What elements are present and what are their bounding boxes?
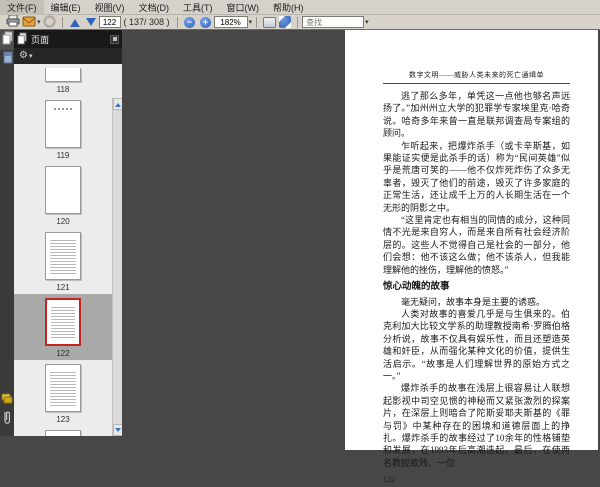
attachments-panel-tab[interactable]: [0, 410, 14, 430]
pages-panel-header: 页面: [14, 30, 122, 48]
page-thumbnail[interactable]: [45, 364, 81, 412]
options-gear-icon[interactable]: ⚙: [19, 51, 28, 61]
previous-page-button[interactable]: [67, 15, 83, 29]
toolbar-separator: [256, 17, 257, 28]
pages-panel-tab[interactable]: [0, 30, 14, 50]
thumbnail-page-120[interactable]: 120: [14, 162, 112, 228]
page-body-text: 逃了那么多年，单凭这一点他也够名声远扬了。”加州州立大学的犯罪学专家埃里克·哈奇…: [383, 90, 570, 487]
arrow-up-icon: [70, 14, 80, 27]
menu-window[interactable]: 窗口(W): [220, 0, 267, 15]
page-number: 122: [383, 474, 570, 486]
thumbnail-label: 119: [57, 151, 70, 160]
fit-page-button[interactable]: [261, 15, 277, 29]
paragraph: 毫无疑问，故事本身是主要的诱惑。: [383, 296, 570, 308]
page-thumbnail[interactable]: [45, 166, 81, 214]
triangle-down-icon: [115, 428, 121, 435]
email-icon: [22, 16, 36, 29]
paragraph: 爆炸杀手的故事在浅层上很容易让人联想起影视中司空见惯的神秘而又紧张激烈的探案片，…: [383, 382, 570, 469]
menu-file[interactable]: 文件(F): [0, 0, 44, 15]
fit-page-icon: [263, 17, 276, 28]
previous-view-icon: [43, 15, 56, 30]
fit-width-button[interactable]: [277, 15, 293, 29]
pages-panel: 页面 ⚙ ▾ 118 119 120 121: [14, 30, 122, 436]
scroll-down-button[interactable]: [113, 424, 122, 436]
pages-panel-title: 页面: [31, 33, 110, 46]
thumbnail-label: 118: [57, 85, 70, 94]
page-thumbnail[interactable]: [45, 430, 81, 436]
document-view[interactable]: 数字文明——威胁人类未来的死亡通缉单 逃了那么多年，单凭这一点他也够名声远扬了。…: [122, 30, 600, 436]
toolbar-separator: [177, 17, 178, 28]
page-number-input[interactable]: [99, 16, 121, 28]
zoom-level-input[interactable]: [214, 16, 248, 28]
toolbar: ▾ ( 137/ 308 ) − + ▾ ▾: [0, 15, 600, 30]
running-head: 数字文明——威胁人类未来的死亡通缉单: [383, 70, 570, 84]
email-dropdown-arrow[interactable]: ▾: [37, 18, 41, 26]
zoom-in-icon: +: [200, 17, 211, 28]
thumbnail-label: 121: [56, 283, 69, 292]
menu-tools[interactable]: 工具(T): [176, 0, 220, 15]
pages-options-row: ⚙ ▾: [14, 48, 122, 64]
zoom-out-button[interactable]: −: [182, 15, 198, 29]
section-heading: 惊心动魄的故事: [383, 281, 570, 293]
thumbnail-label: 123: [56, 415, 69, 424]
previous-view-button[interactable]: [42, 15, 58, 29]
comments-panel-tab[interactable]: [0, 390, 14, 410]
menu-view[interactable]: 视图(V): [88, 0, 132, 15]
next-page-button[interactable]: [83, 15, 99, 29]
navigation-tab-strip: [0, 30, 14, 436]
menu-edit[interactable]: 编辑(E): [44, 0, 88, 15]
arrow-down-icon: [86, 18, 96, 31]
thumbnail-label: 120: [56, 217, 69, 226]
paragraph: 逃了那么多年，单凭这一点他也够名声远扬了。”加州州立大学的犯罪学专家埃里克·哈奇…: [383, 90, 570, 140]
thumbnail-label: 122: [56, 349, 69, 358]
print-button[interactable]: [5, 15, 21, 29]
page-thumbnail[interactable]: [45, 298, 81, 346]
thumbnail-page-121[interactable]: 121: [14, 228, 112, 294]
toolbar-separator: [62, 17, 63, 28]
paragraph: “这里肯定也有相当的同情的成分，这种同情不光是来自穷人，而是来自所有社会经济阶层…: [383, 214, 570, 276]
zoom-in-button[interactable]: +: [198, 15, 214, 29]
panel-close-button[interactable]: [110, 35, 119, 44]
toolbar-separator: [297, 17, 298, 28]
thumbnail-list: 118 119 120 121 122 123: [14, 64, 122, 436]
thumbnail-page-123[interactable]: 123: [14, 360, 112, 426]
email-button[interactable]: ▾: [21, 15, 42, 29]
paragraph: 人类对故事的喜爱几乎是与生俱来的。伯克利加大比较文学系的助理教授南希·罗腾伯格分…: [383, 308, 570, 382]
thumbnail-scrollbar[interactable]: [112, 98, 122, 436]
thumbnail-page-118[interactable]: 118: [14, 64, 112, 96]
document-page: 数字文明——威胁人类未来的死亡通缉单 逃了那么多年，单凭这一点他也够名声远扬了。…: [345, 30, 598, 450]
menu-document[interactable]: 文档(D): [132, 0, 177, 15]
fit-width-icon: [279, 16, 291, 28]
find-input[interactable]: [302, 16, 364, 28]
paperclip-icon: [2, 410, 12, 430]
comments-icon: [1, 391, 13, 409]
pages-icon: [17, 32, 27, 47]
paragraph: 乍听起来，把爆炸杀手（或卡辛斯基，如果能证实便是此杀手的话）称为“民间英雄”似乎…: [383, 140, 570, 214]
page-thumbnail[interactable]: [45, 100, 81, 148]
menu-bar: 文件(F) 编辑(E) 视图(V) 文档(D) 工具(T) 窗口(W) 帮助(H…: [0, 0, 600, 15]
zoom-dropdown-arrow[interactable]: ▾: [249, 18, 253, 26]
page-thumbnail[interactable]: [45, 232, 81, 280]
menu-help[interactable]: 帮助(H): [266, 0, 311, 15]
page-thumbnail[interactable]: [45, 68, 81, 82]
find-dropdown-arrow[interactable]: ▾: [365, 18, 369, 26]
printer-icon: [6, 15, 20, 29]
zoom-out-icon: −: [184, 17, 195, 28]
options-dropdown-arrow[interactable]: ▾: [29, 52, 33, 60]
pages-icon: [2, 31, 13, 50]
scroll-up-button[interactable]: [113, 98, 122, 110]
triangle-up-icon: [115, 100, 121, 107]
bookmarks-panel-tab[interactable]: [0, 50, 14, 70]
thumbnail-page-122-selected[interactable]: 122: [14, 294, 112, 360]
page-count-label: ( 137/ 308 ): [124, 17, 170, 27]
thumbnail-page-119[interactable]: 119: [14, 96, 112, 162]
bookmarks-icon: [2, 51, 13, 70]
thumbnail-page-124[interactable]: 124: [14, 426, 112, 436]
